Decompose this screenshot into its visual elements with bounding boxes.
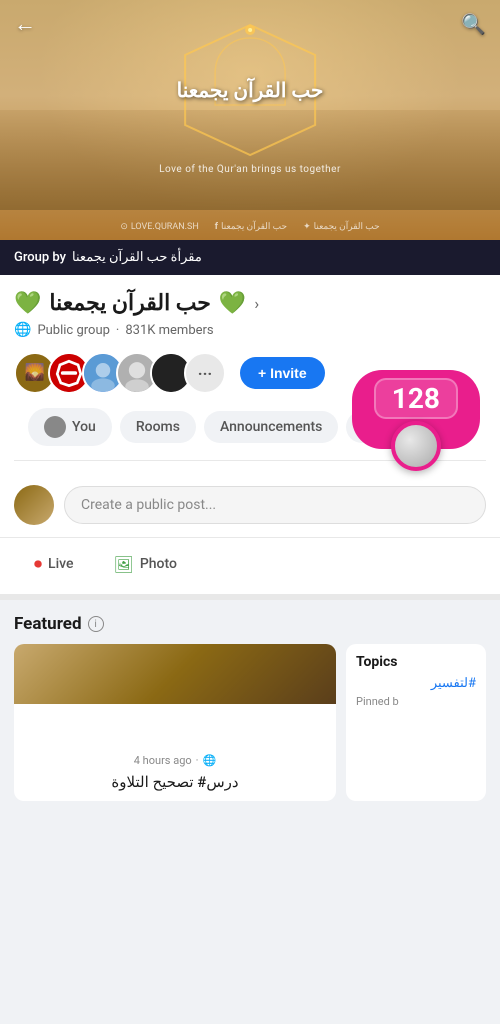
featured-title: Featured xyxy=(14,614,82,634)
group-by-bar: Group by مقرأة حب القرآن يجمعنا xyxy=(0,240,500,275)
search-button[interactable]: 🔍 xyxy=(461,12,486,36)
group-by-label: Group by xyxy=(14,250,66,265)
topics-hashtag: #لتفسير xyxy=(356,676,476,691)
photo-label: Photo xyxy=(140,556,177,572)
featured-cards-row: 4 hours ago · 🌐 درس# تصحيح التلاوة Topic… xyxy=(14,644,486,801)
card-timestamp: 4 hours ago · 🌐 xyxy=(24,754,326,767)
post-create-section: Create a public post... xyxy=(0,473,500,538)
featured-section: Featured i 4 hours ago · 🌐 درس# تصحيح ال… xyxy=(0,600,500,801)
group-banner: ← 🔍 حب القرآن يجمعنا Love xyxy=(0,0,500,240)
social-item-2: fحب القرآن يجمعنا xyxy=(215,222,287,232)
topics-label: Topics xyxy=(356,654,476,670)
group-visibility: Public group xyxy=(37,323,109,338)
tab-you-label: You xyxy=(72,419,96,435)
back-button[interactable]: ← xyxy=(14,11,36,37)
live-button[interactable]: ⏺ Live xyxy=(14,546,94,582)
group-title-text: حب القرآن يجمعنا xyxy=(49,291,211,316)
post-input[interactable]: Create a public post... xyxy=(64,486,486,524)
notification-count: 128 xyxy=(374,378,458,419)
banner-tagline: Love of the Qur'an brings us together xyxy=(159,164,341,175)
post-actions-row: ⏺ Live 🖼 Photo xyxy=(0,538,500,600)
expand-chevron-icon[interactable]: › xyxy=(254,294,259,313)
banner-social-row: ⊙LOVE.QURAN.SH fحب القرآن يجمعنا ✦حب الق… xyxy=(0,222,500,232)
featured-header: Featured i xyxy=(14,614,486,634)
tab-rooms[interactable]: Rooms xyxy=(120,411,196,443)
notification-bell-icon xyxy=(391,421,441,471)
svg-text:🌄: 🌄 xyxy=(25,363,45,382)
card-arabic-text: درس# تصحيح التلاوة xyxy=(24,773,326,791)
photo-button[interactable]: 🖼 Photo xyxy=(94,547,197,582)
heart-left-icon: 💚 xyxy=(219,291,246,316)
bottom-spacer xyxy=(0,801,500,841)
featured-card-left[interactable]: 4 hours ago · 🌐 درس# تصحيح التلاوة xyxy=(14,644,336,801)
photo-icon: 🖼 xyxy=(114,555,134,574)
globe-icon: 🌐 xyxy=(14,322,31,338)
card-globe-icon: 🌐 xyxy=(203,754,217,767)
content-area: Featured i 4 hours ago · 🌐 درس# تصحيح ال… xyxy=(0,600,500,841)
heart-right-icon: 💚 xyxy=(14,291,41,316)
tab-announcements[interactable]: Announcements xyxy=(204,411,338,443)
info-icon[interactable]: i xyxy=(88,616,104,632)
tab-you[interactable]: You xyxy=(28,408,112,446)
featured-card-right[interactable]: Topics #لتفسير Pinned b xyxy=(346,644,486,801)
timestamp-text: 4 hours ago xyxy=(134,754,192,767)
group-members-count: 831K members xyxy=(125,323,213,338)
member-avatar-more: ··· xyxy=(184,352,226,394)
social-item-3: ✦حب القرآن يجمعنا xyxy=(303,222,380,232)
topics-pinned-label: Pinned b xyxy=(356,695,476,708)
group-meta-row: 🌐 Public group · 831K members xyxy=(14,322,486,338)
post-user-avatar xyxy=(14,485,54,525)
card-content: 4 hours ago · 🌐 درس# تصحيح التلاوة xyxy=(14,704,336,801)
card-image-placeholder xyxy=(14,644,336,704)
logo-arabic-text: حب القرآن يجمعنا xyxy=(177,77,324,103)
live-icon: ⏺ xyxy=(34,554,42,574)
group-title-row: › 💚 حب القرآن يجمعنا 💚 xyxy=(14,291,486,316)
notification-badge-outer[interactable]: 128 xyxy=(352,370,480,449)
invite-button[interactable]: + Invite xyxy=(240,357,325,389)
top-nav-bar: ← 🔍 xyxy=(0,0,500,48)
live-label: Live xyxy=(48,556,73,572)
notification-badge-overlay: 128 xyxy=(352,370,480,449)
tab-you-avatar xyxy=(44,416,66,438)
group-by-name: مقرأة حب القرآن يجمعنا xyxy=(72,250,202,265)
social-item-1: ⊙LOVE.QURAN.SH xyxy=(120,222,198,232)
